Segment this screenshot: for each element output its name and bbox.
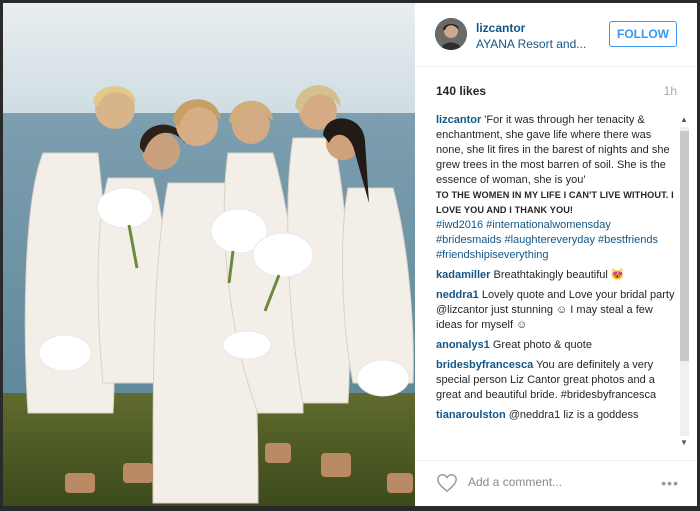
instagram-post-modal: lizcantor AYANA Resort and... FOLLOW 140… [0,0,700,511]
comments-scrollbar[interactable]: ▲ ▼ [677,113,691,450]
post-photo[interactable] [3,3,415,506]
avatar[interactable] [435,18,467,50]
scroll-down-icon[interactable]: ▼ [679,438,689,448]
caption-hashtags[interactable]: #iwd2016 #internationalwomensday #brides… [436,218,677,263]
caption-username[interactable]: lizcantor [436,114,481,126]
more-options-icon[interactable]: ••• [661,475,679,491]
post-footer: Add a comment... ••• [415,460,697,507]
caption-comment: lizcantor 'For it was through her tenaci… [436,113,677,263]
likes-count[interactable]: 140 likes [436,84,486,98]
comment-item: tianaroulston @neddra1 liz is a goddess [436,408,677,423]
post-header: lizcantor AYANA Resort and... FOLLOW [415,3,697,67]
comment-username[interactable]: tianaroulston [436,409,506,421]
scrollbar-thumb[interactable] [680,131,689,361]
comment-item: bridesbyfrancesca You are definitely a v… [436,358,677,403]
comments-list: lizcantor 'For it was through her tenaci… [436,113,677,450]
post-details-panel: lizcantor AYANA Resort and... FOLLOW 140… [415,3,697,506]
comment-item: neddra1 Lovely quote and Love your brida… [436,288,677,333]
heart-icon[interactable] [436,472,458,494]
post-time: 1h [663,84,677,98]
comment-username[interactable]: bridesbyfrancesca [436,359,533,371]
add-comment-input[interactable]: Add a comment... [468,475,562,489]
comment-text: Great photo & quote [492,339,592,351]
comment-username[interactable]: kadamiller [436,269,490,281]
follow-button[interactable]: FOLLOW [609,21,677,47]
comment-username[interactable]: anonalys1 [436,339,490,351]
scroll-up-icon[interactable]: ▲ [679,115,689,125]
comment-text: Breathtakingly beautiful 😻 [493,269,625,281]
caption-caps: TO THE WOMEN IN MY LIFE I CAN'T LIVE WIT… [436,190,674,215]
comment-item: kadamiller Breathtakingly beautiful 😻 [436,268,677,283]
comment-item: anonalys1 Great photo & quote [436,338,677,353]
location-link[interactable]: AYANA Resort and... [476,37,586,51]
comment-username[interactable]: neddra1 [436,289,479,301]
comment-text: @neddra1 liz is a goddess [508,409,639,421]
username-link[interactable]: lizcantor [476,21,525,35]
